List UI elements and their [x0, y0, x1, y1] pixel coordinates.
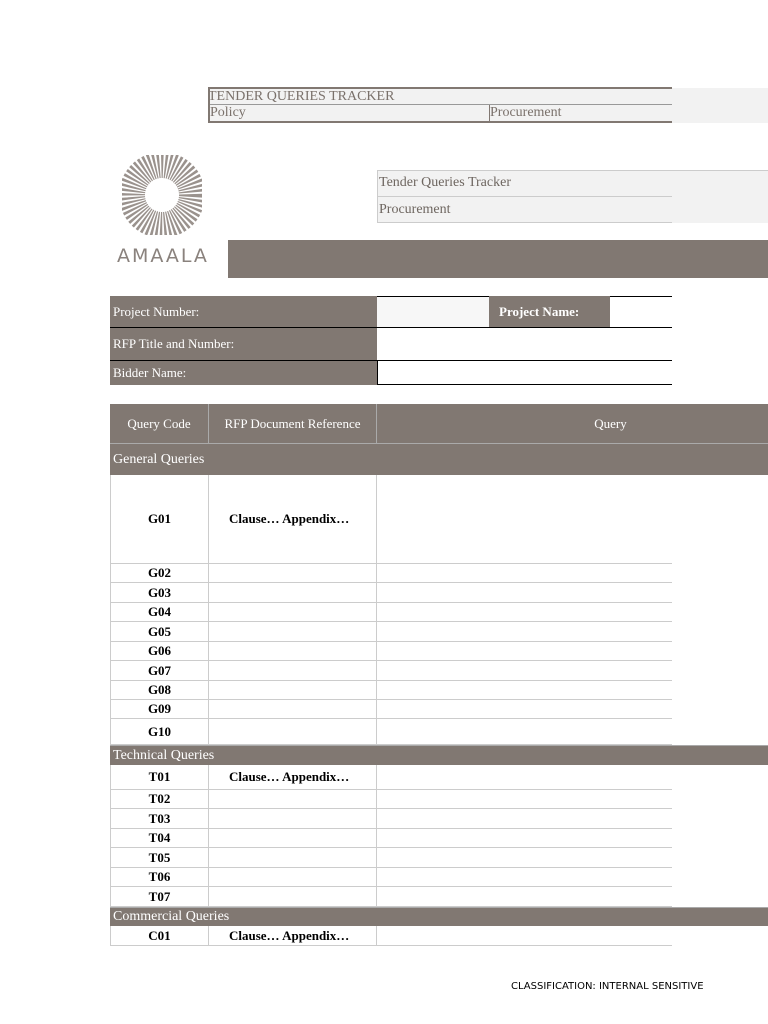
- query-cell[interactable]: [377, 622, 672, 642]
- table-row: T01 Clause… Appendix…: [110, 765, 672, 790]
- bidder-name-field[interactable]: [377, 361, 672, 385]
- rfp-reference-cell[interactable]: [209, 622, 377, 642]
- table-row: G06: [110, 642, 672, 661]
- query-code: G05: [110, 622, 209, 642]
- query-code: T01: [110, 765, 209, 790]
- query-code: G09: [110, 700, 209, 719]
- query-code: T03: [110, 809, 209, 829]
- query-cell[interactable]: [377, 926, 672, 946]
- query-code: T05: [110, 848, 209, 868]
- banner-band: [228, 240, 768, 278]
- rfp-reference-cell[interactable]: [209, 583, 377, 603]
- rfp-reference-cell[interactable]: [209, 564, 377, 583]
- query-code: G01: [110, 475, 209, 564]
- project-number-label: Project Number:: [110, 296, 377, 328]
- table-row: T05: [110, 848, 672, 868]
- policy-value: Procurement: [489, 105, 672, 123]
- rfp-reference-cell[interactable]: [209, 719, 377, 745]
- rfp-reference-cell[interactable]: [209, 868, 377, 887]
- table-row: G09: [110, 700, 672, 719]
- query-cell[interactable]: [377, 848, 672, 868]
- query-cell[interactable]: [377, 700, 672, 719]
- query-cell[interactable]: [377, 868, 672, 887]
- query-cell[interactable]: [377, 475, 672, 564]
- rfp-reference-cell[interactable]: [209, 887, 377, 907]
- query-code: G03: [110, 583, 209, 603]
- table-row: T07: [110, 887, 672, 907]
- info-title: Tender Queries Tracker: [377, 170, 672, 197]
- query-cell[interactable]: [377, 564, 672, 583]
- rfp-reference-cell[interactable]: Clause… Appendix…: [209, 926, 377, 946]
- table-row: G05: [110, 622, 672, 642]
- rfp-reference-cell[interactable]: [209, 829, 377, 848]
- query-code: T06: [110, 868, 209, 887]
- column-header-rfp-reference: RFP Document Reference: [209, 404, 377, 443]
- column-header-query-code: Query Code: [110, 404, 209, 443]
- rfp-title-field[interactable]: [377, 328, 672, 361]
- header-fill: [672, 88, 768, 123]
- query-cell[interactable]: [377, 809, 672, 829]
- rfp-reference-cell[interactable]: [209, 642, 377, 661]
- query-cell[interactable]: [377, 887, 672, 907]
- query-code: G07: [110, 661, 209, 681]
- query-cell[interactable]: [377, 719, 672, 745]
- query-code: G02: [110, 564, 209, 583]
- query-cell[interactable]: [377, 681, 672, 700]
- rfp-title-label: RFP Title and Number:: [110, 328, 377, 361]
- project-name-field[interactable]: [610, 296, 672, 328]
- section-header: Commercial Queries: [110, 907, 768, 926]
- table-row: T06: [110, 868, 672, 887]
- table-row: G07: [110, 661, 672, 681]
- table-row: G08: [110, 681, 672, 700]
- table-row: G02: [110, 564, 672, 583]
- query-cell[interactable]: [377, 583, 672, 603]
- query-cell[interactable]: [377, 765, 672, 790]
- table-row: C01 Clause… Appendix…: [110, 926, 672, 946]
- rfp-reference-cell[interactable]: [209, 661, 377, 681]
- query-code: T04: [110, 829, 209, 848]
- query-cell[interactable]: [377, 603, 672, 622]
- section-header: Technical Queries: [110, 745, 768, 765]
- rfp-reference-cell[interactable]: [209, 809, 377, 829]
- query-cell[interactable]: [377, 642, 672, 661]
- rfp-reference-cell[interactable]: [209, 790, 377, 809]
- document-title: TENDER QUERIES TRACKER: [208, 87, 672, 105]
- query-code: G06: [110, 642, 209, 661]
- rfp-reference-cell[interactable]: [209, 603, 377, 622]
- query-code: T07: [110, 887, 209, 907]
- rfp-reference-cell[interactable]: Clause… Appendix…: [209, 475, 377, 564]
- classification-label: CLASSIFICATION: INTERNAL SENSITIVE: [511, 981, 704, 992]
- logo-text: AMAALA: [117, 245, 209, 267]
- header-border: [208, 87, 210, 123]
- rfp-reference-cell[interactable]: [209, 681, 377, 700]
- column-header-query: Query: [594, 415, 627, 431]
- policy-label: Policy: [208, 105, 489, 123]
- query-cell[interactable]: [377, 661, 672, 681]
- table-row: G01 Clause… Appendix…: [110, 475, 672, 564]
- table-row: T04: [110, 829, 672, 848]
- query-code: C01: [110, 926, 209, 946]
- query-code: G04: [110, 603, 209, 622]
- query-cell[interactable]: [377, 829, 672, 848]
- table-row: T03: [110, 809, 672, 829]
- info-department: Procurement: [377, 197, 672, 223]
- table-row: G03: [110, 583, 672, 603]
- rfp-reference-cell[interactable]: [209, 848, 377, 868]
- table-row: T02: [110, 790, 672, 809]
- query-code: G10: [110, 719, 209, 745]
- project-name-label: Project Name:: [489, 296, 610, 328]
- query-cell[interactable]: [377, 790, 672, 809]
- query-code: G08: [110, 681, 209, 700]
- rfp-reference-cell[interactable]: Clause… Appendix…: [209, 765, 377, 790]
- bidder-name-label: Bidder Name:: [110, 361, 377, 385]
- amaala-logo-icon: [119, 152, 205, 238]
- section-header: General Queries: [110, 443, 768, 475]
- rfp-reference-cell[interactable]: [209, 700, 377, 719]
- project-number-field[interactable]: [377, 296, 489, 328]
- table-row: G04: [110, 603, 672, 622]
- query-code: T02: [110, 790, 209, 809]
- table-row: G10: [110, 719, 672, 745]
